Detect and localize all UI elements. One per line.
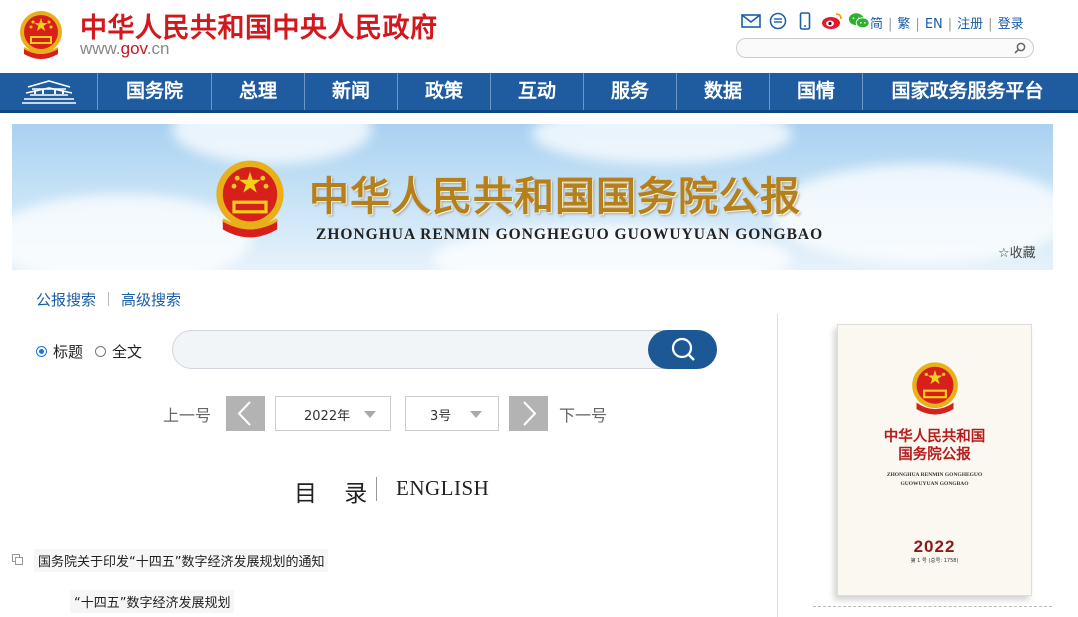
nav-item-interaction[interactable]: 互动 [491,73,584,110]
search-icon [671,337,695,361]
radio-fulltext[interactable] [95,346,107,357]
national-emblem-logo[interactable] [18,10,64,60]
article-link[interactable]: 国务院关于印发“十四五”数字经济发展规划的通知 [34,549,329,572]
column-divider [777,314,778,617]
star-icon: ☆ [998,246,1010,261]
message-icon[interactable] [767,10,789,32]
nav-item-gov-service-platform[interactable]: 国家政务服务平台 [863,73,1072,110]
toc-heading: 目 录 [294,481,378,507]
english-toc-link[interactable]: ENGLISH [396,476,489,501]
cover-title-line2: 国务院公报 [898,446,971,463]
site-url-prefix: www. [80,39,121,58]
main-nav: 国务院 总理 新闻 政策 互动 服务 数据 国情 国家政务服务平台 [0,73,1078,113]
cover-title-line1: 中华人民共和国 [883,428,986,445]
cover-sub-line2: GUOWUYUAN GONGBAO [900,481,969,487]
radio-title[interactable] [36,346,47,357]
document-icon [12,554,23,565]
issue-select-value: 3号 [430,409,452,424]
banner-emblem-icon [216,160,284,238]
next-issue-button[interactable] [509,396,548,431]
chevron-down-icon [470,411,482,418]
article-link[interactable]: “十四五”数字经济发展规划 [70,590,235,613]
mail-icon[interactable] [740,10,762,32]
nav-home[interactable] [0,73,98,110]
cover-year: 2022 [913,537,956,556]
cover-divider [813,606,1052,607]
header-search-input[interactable] [747,40,1011,58]
toc-divider [376,477,377,501]
site-url-suffix: .cn [146,39,170,58]
search-tabs: 公报搜索 高级搜索 [36,289,181,310]
gazette-cover[interactable]: 中华人民共和国 国务院公报 ZHONGHUA RENMIN GONGHEGUO GU… [837,324,1032,596]
prev-issue-button[interactable] [226,396,265,431]
tab-advanced-search[interactable]: 高级搜索 [121,291,181,309]
nav-item-services[interactable]: 服务 [584,73,677,110]
banner-title: 中华人民共和国国务院公报 [309,173,801,220]
header-search-icon[interactable] [1013,41,1027,55]
cover-issue-text: 第 1 号 (总号: 1758) [910,558,959,564]
nav-item-policy[interactable]: 政策 [398,73,491,110]
banner-subtitle: ZHONGHUA RENMIN GONGHEGUO GUOWUYUAN GONG… [316,226,824,243]
radio-title-label: 标题 [53,343,84,361]
simplified-link[interactable]: 简 [870,17,883,32]
top-icons [740,10,870,32]
site-url-domain: gov [120,39,147,58]
top-links: 简 | 繁 | EN | 注册 | 登录 [870,17,1024,32]
weibo-icon[interactable] [821,10,843,32]
tiananmen-icon [21,79,76,104]
year-select[interactable]: 2022年 [275,396,391,431]
issue-select[interactable]: 3号 [405,396,499,431]
mobile-icon[interactable] [794,10,816,32]
favorite-label: 收藏 [1009,246,1036,261]
next-issue-label[interactable]: 下一号 [559,402,607,426]
register-link[interactable]: 注册 [957,17,983,32]
search-scope: 标题 全文 [36,341,142,362]
cover-title: 中华人民共和国 国务院公报 [838,428,1031,464]
nav-item-premier[interactable]: 总理 [212,73,305,110]
login-link[interactable]: 登录 [998,17,1024,32]
wechat-icon[interactable] [848,10,870,32]
chevron-left-icon [237,401,251,426]
chevron-right-icon [523,401,537,426]
tab-gazette-search[interactable]: 公报搜索 [36,291,96,309]
gazette-banner: 中华人民共和国国务院公报 ZHONGHUA RENMIN GONGHEGUO G… [12,124,1053,270]
gazette-search-input[interactable] [191,339,635,363]
gazette-search-box [172,330,717,369]
english-link[interactable]: EN [925,17,943,32]
header-search [736,38,1034,58]
favorite-button[interactable]: ☆收藏 [998,242,1036,261]
year-select-value: 2022年 [304,409,351,424]
nav-item-national-info[interactable]: 国情 [770,73,863,110]
radio-fulltext-label: 全文 [112,343,143,361]
cover-subtitle: ZHONGHUA RENMIN GONGHEGUO GUOWUYUAN GONGB… [838,471,1031,489]
site-url: www.gov.cn [80,39,169,59]
prev-issue-label[interactable]: 上一号 [163,402,211,426]
gazette-search-button[interactable] [648,330,717,369]
nav-item-data[interactable]: 数据 [677,73,770,110]
traditional-link[interactable]: 繁 [897,17,910,32]
chevron-down-icon [364,411,376,418]
cover-sub-line1: ZHONGHUA RENMIN GONGHEGUO [886,472,983,478]
nav-item-news[interactable]: 新闻 [305,73,398,110]
nav-item-state-council[interactable]: 国务院 [98,73,212,110]
cover-emblem-icon [912,362,958,415]
